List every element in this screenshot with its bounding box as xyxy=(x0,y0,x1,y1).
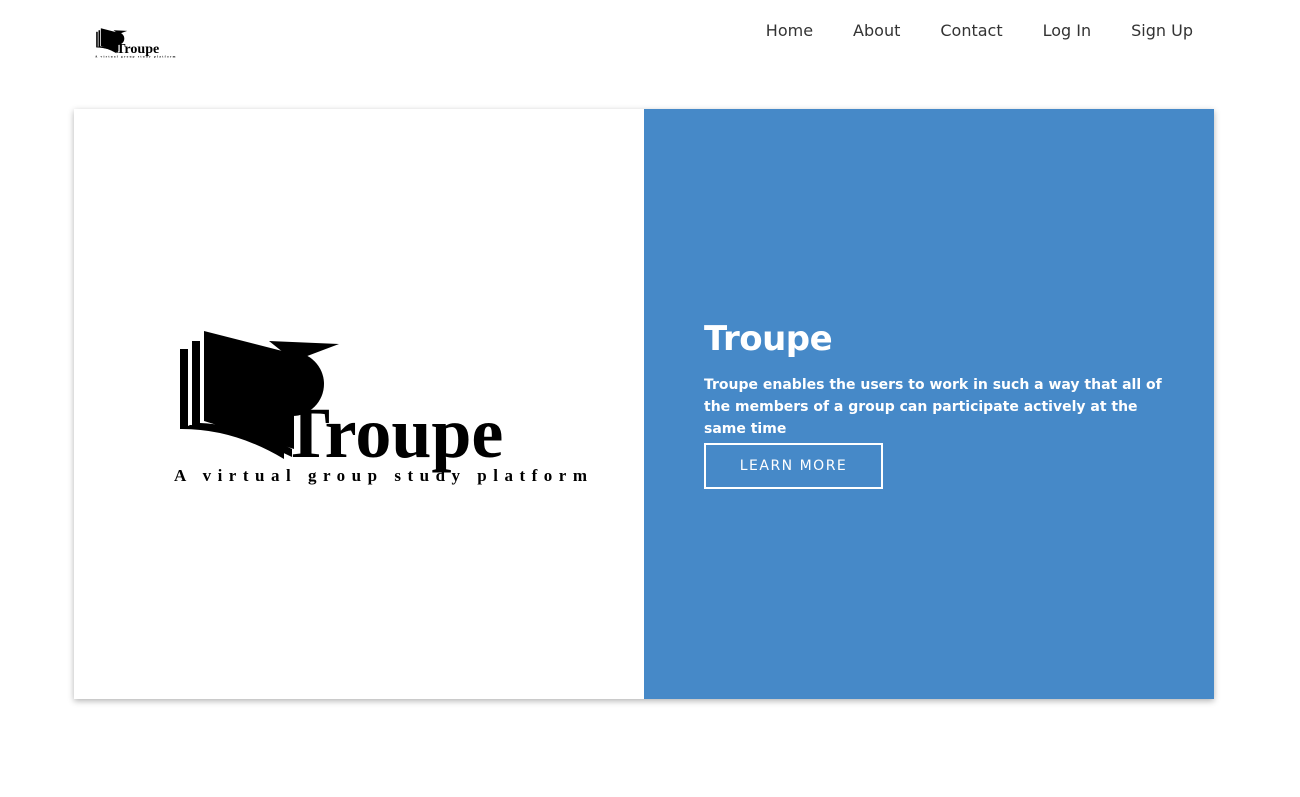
svg-text:A virtual group study platform: A virtual group study platform xyxy=(174,466,594,485)
nav-about[interactable]: About xyxy=(813,20,900,42)
troupe-logo-small[interactable]: Troupe A virtual group study platform xyxy=(95,27,177,61)
hero-content-panel: Troupe Troupe enables the users to work … xyxy=(644,109,1214,699)
troupe-logo-large: Troupe A virtual group study platform xyxy=(174,331,594,485)
nav-contact[interactable]: Contact xyxy=(900,20,1002,42)
hero-image-panel: Troupe A virtual group study platform xyxy=(74,109,644,699)
nav-home[interactable]: Home xyxy=(766,20,813,42)
svg-text:Troupe: Troupe xyxy=(282,393,503,473)
main-nav: Home About Contact Log In Sign Up xyxy=(766,20,1193,42)
site-header: Troupe A virtual group study platform Ho… xyxy=(0,0,1300,80)
hero-description: Troupe enables the users to work in such… xyxy=(704,377,1162,437)
hero-card: Troupe A virtual group study platform Tr… xyxy=(74,109,1214,699)
nav-signup[interactable]: Sign Up xyxy=(1091,20,1193,42)
svg-text:A virtual group study platform: A virtual group study platform xyxy=(95,55,177,59)
nav-login[interactable]: Log In xyxy=(1003,20,1092,42)
learn-more-button[interactable]: LEARN MORE xyxy=(704,443,883,489)
hero-title: Troupe xyxy=(704,319,833,359)
